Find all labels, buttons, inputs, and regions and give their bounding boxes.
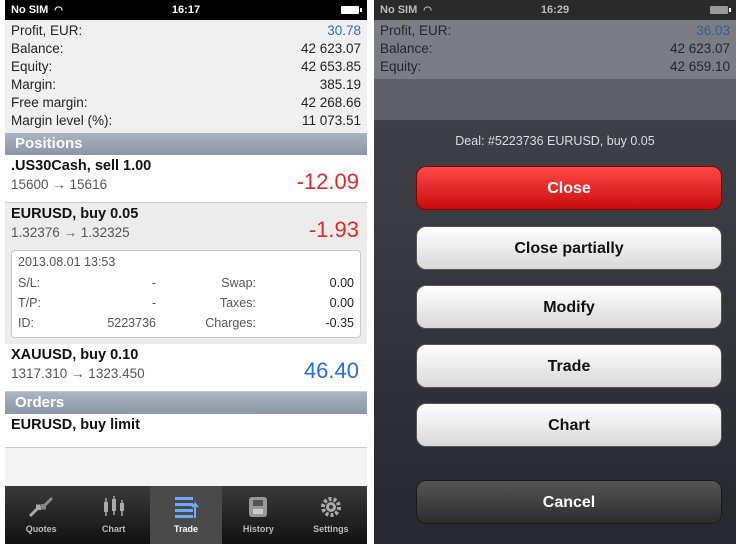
battery-icon [341,6,362,14]
swap-value: 0.00 [329,276,354,290]
status-bar: No SIM ◠ 16:29 [374,0,736,20]
clock: 16:17 [171,4,201,16]
trade-icon [175,497,199,518]
modify-button[interactable]: Modify [416,285,722,329]
position-detail: 2013.08.01 13:53 S/L: - Swap: 0.00 T/P: - Tax… [11,250,361,338]
tab-label: Quotes [25,524,57,534]
taxes-value: 0.00 [329,296,354,310]
tab-history[interactable]: History [222,486,294,544]
tab-chart[interactable]: Chart [77,486,149,544]
id-label: ID: [18,316,34,330]
summary-value: 42 268.66 [300,95,361,110]
position-row[interactable]: XAUUSD, buy 0.10 1317.310 → 1323.450 46.… [5,344,367,392]
quotes-icon [29,496,54,518]
summary-label: Balance: [380,41,433,56]
summary-value: 11 073.51 [301,113,361,128]
summary-value: 42 623.07 [300,41,361,56]
summary-value: 42 653.85 [300,59,361,74]
sl-label: S/L: [18,276,41,290]
position-profit: 46.40 [303,358,359,383]
summary-label: Equity: [380,59,422,74]
position-row[interactable]: .US30Cash, sell 1.00 15600 → 15616 -12.0… [5,155,367,203]
tab-label: Chart [101,524,126,534]
summary-row: Profit, EUR: 30.78 [11,22,361,40]
clock: 16:29 [540,4,570,16]
position-detail-wrap: 2013.08.01 13:53 S/L: - Swap: 0.00 T/P: - Tax… [5,250,367,344]
summary-row: Free margin: 42 268.66 [11,94,361,112]
tab-label: Settings [313,524,349,534]
chart-button[interactable]: Chart [416,403,722,447]
tab-quotes[interactable]: Quotes [5,486,77,544]
sheet-title: Deal: #5223736 EURUSD, buy 0.05 [455,134,655,148]
position-profit: -12.09 [296,169,359,194]
sl-value: - [151,276,156,290]
summary-row: Margin level (%): 11 073.51 [11,112,361,130]
position-row-selected[interactable]: EURUSD, buy 0.05 1.32376 → 1.32325 -1.93 [5,203,367,250]
summary-label: Margin level (%): [11,113,113,128]
id-value: 5223736 [107,316,156,330]
summary-label: Profit, EUR: [11,23,83,38]
battery-icon [710,6,731,14]
chart-icon [103,496,124,516]
summary-row: Profit, EUR: 36.03 [380,22,730,40]
tp-value: - [151,296,156,310]
position-profit: -1.93 [308,217,359,242]
cancel-button[interactable]: Cancel [416,480,722,524]
close-partially-button[interactable]: Close partially [416,226,722,270]
summary-label: Profit, EUR: [380,23,452,38]
summary-value: 385.19 [319,77,361,92]
tp-label: T/P: [18,296,41,310]
summary-label: Balance: [11,41,64,56]
tab-bar: Quotes Chart Trade History Settings [5,486,367,544]
taxes-label: Taxes: [219,296,256,310]
summary-value: 36.03 [696,23,730,38]
summary-row: Equity: 42 653.85 [11,58,361,76]
summary-label: Equity: [11,59,53,74]
summary-label: Margin: [11,77,57,92]
order-row[interactable]: EURUSD, buy limit [5,414,367,448]
tab-trade[interactable]: Trade [149,486,223,544]
tab-settings[interactable]: Settings [295,486,367,544]
tab-label: History [242,524,274,534]
charges-value: -0.35 [325,316,355,330]
history-icon [249,497,268,517]
close-button[interactable]: Close [416,166,722,210]
order-title: EURUSD, buy limit [11,417,140,433]
settings-icon [320,497,341,517]
status-bar: No SIM ◠ 16:17 [5,0,367,20]
summary-row: Balance: 42 623.07 [380,40,730,58]
summary-value: 30.78 [327,23,361,38]
summary-row: Balance: 42 623.07 [11,40,361,58]
charges-label: Charges: [205,316,256,330]
summary-value: 42 659.10 [669,59,730,74]
summary-value: 42 623.07 [669,41,730,56]
positions-header: Positions [5,133,367,155]
summary-row: Margin: 385.19 [11,76,361,94]
account-summary: Profit, EUR: 30.78 Balance: 42 623.07 Equi… [5,20,367,133]
orders-header: Orders [5,392,367,414]
summary-row: Equity: 42 659.10 [380,58,730,76]
account-summary: Profit, EUR: 36.03 Balance: 42 623.07 Equi… [374,20,736,79]
open-time: 2013.08.01 13:53 [18,255,116,269]
tab-label: Trade [174,524,199,534]
summary-label: Free margin: [11,95,88,110]
deal-action-screen: No SIM ◠ 16:29 Profit, EUR: 36.03 Balance:… [374,0,736,544]
trade-screen: No SIM ◠ 16:17 Profit, EUR: 30.78 Balance:… [5,0,367,544]
swap-label: Swap: [221,276,256,290]
trade-button[interactable]: Trade [416,344,722,388]
